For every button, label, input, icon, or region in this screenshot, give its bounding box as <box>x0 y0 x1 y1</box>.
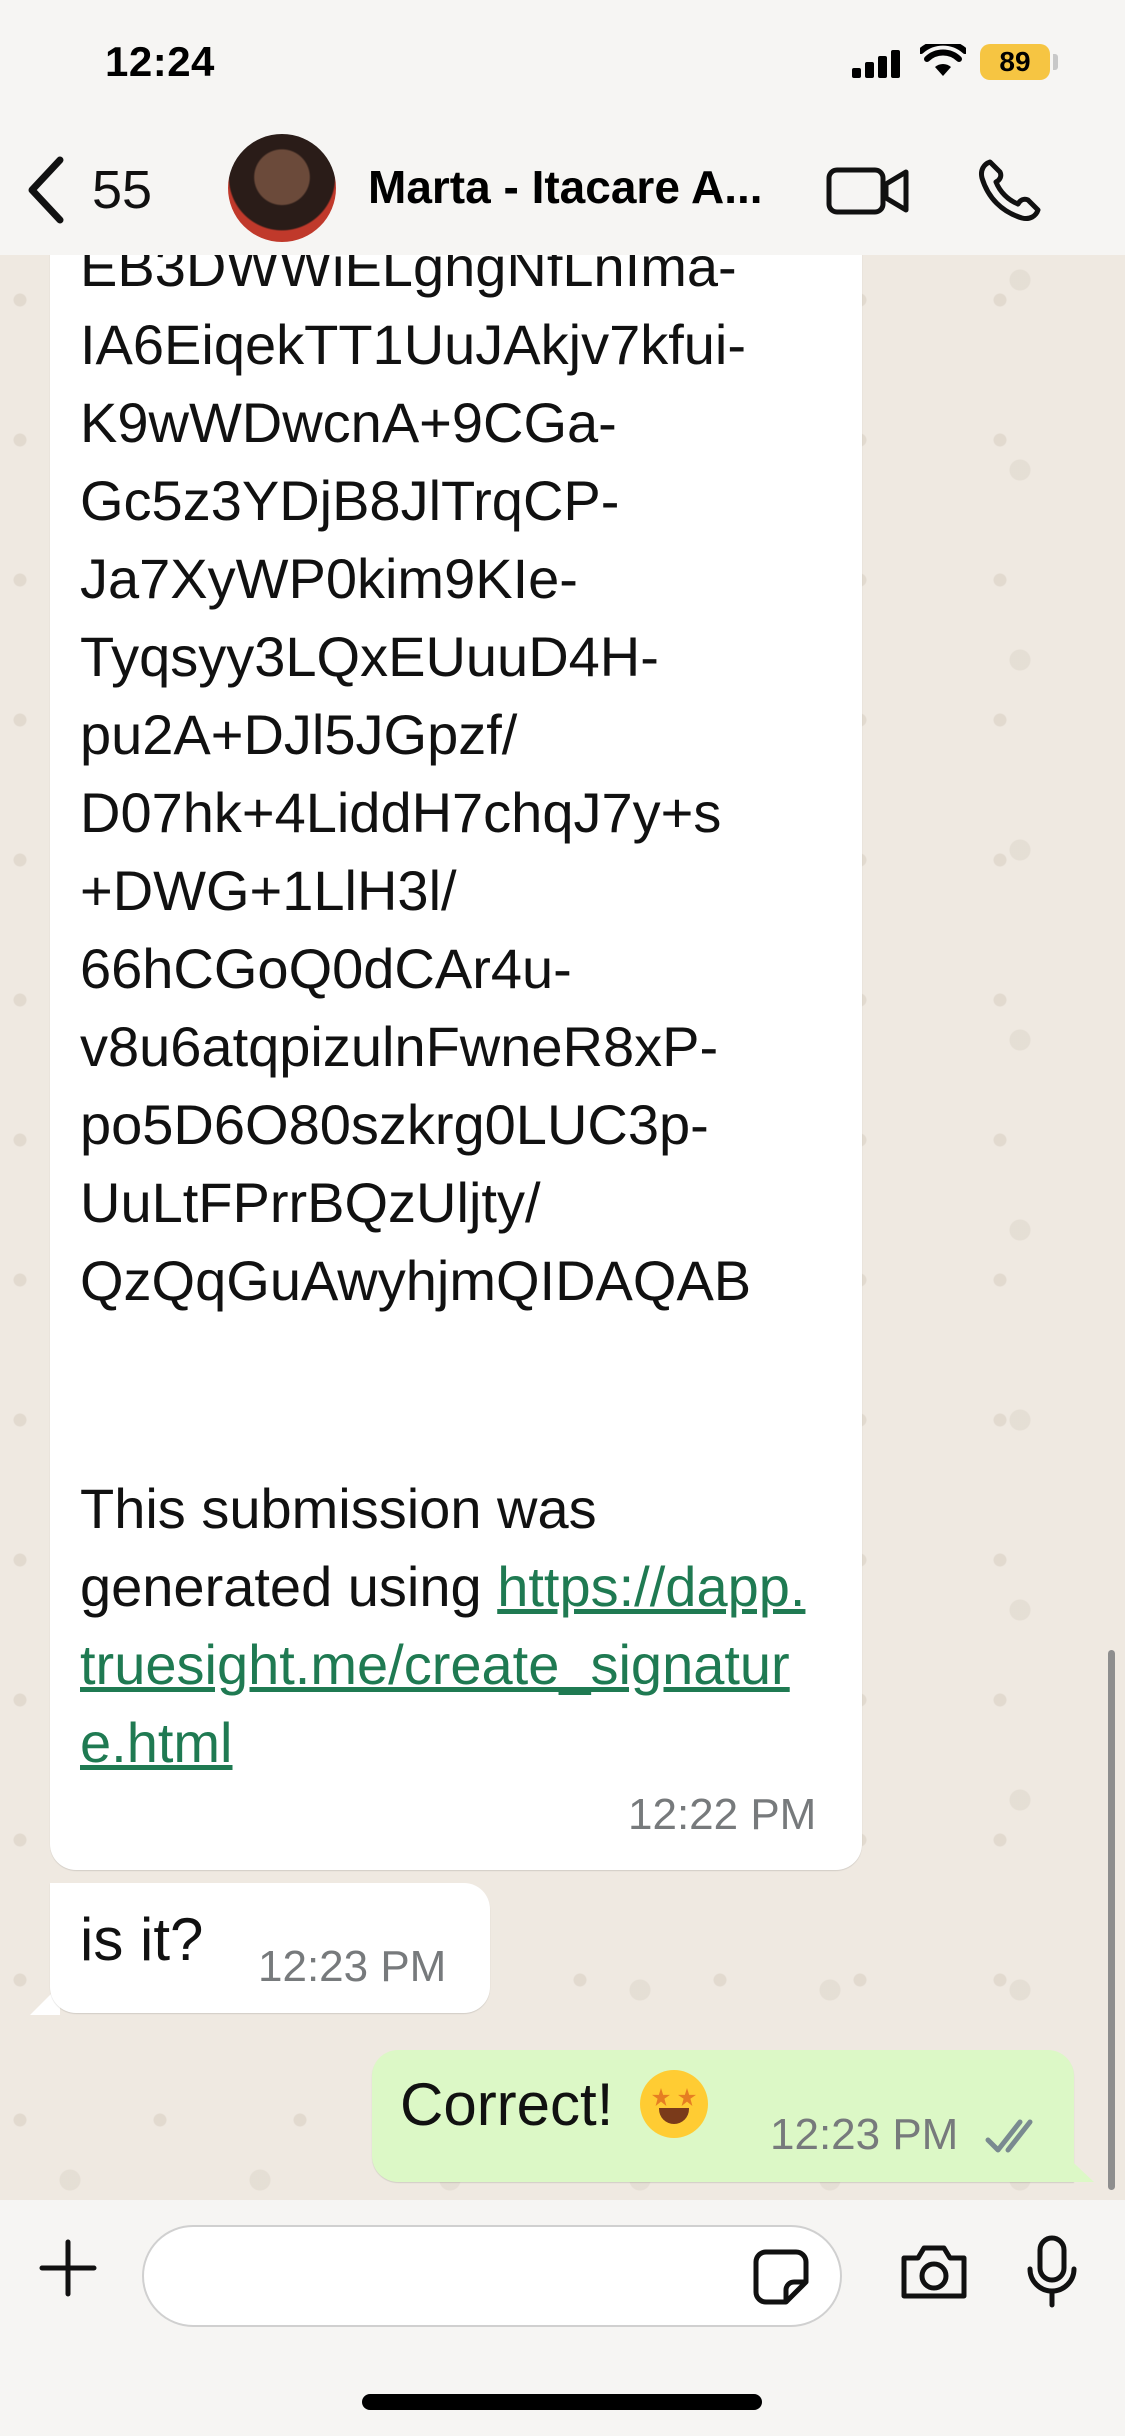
key-lines: +k9+9qwVCYRSmyZK/EB3DWWiELghgNfLnIma-IA6… <box>80 150 820 1320</box>
message-time: 12:22 PM <box>628 1790 817 1839</box>
key-line: pu2A+DJl5JGpzf/ <box>80 703 518 766</box>
chevron-left-icon <box>28 156 64 224</box>
chat-scrollbar[interactable] <box>1108 1650 1115 2190</box>
battery-level: 89 <box>999 46 1031 77</box>
key-line: po5D6O80szkrg0LUC3p- <box>80 1093 709 1156</box>
battery-tip <box>1053 54 1058 70</box>
key-line: UuLtFPrrBQzUljty/ <box>80 1171 541 1234</box>
home-indicator[interactable] <box>362 2394 762 2410</box>
key-line: QzQqGuAwyhjmQIDAQAB <box>80 1249 752 1312</box>
avatar[interactable] <box>228 134 336 242</box>
wifi-icon <box>920 44 966 76</box>
key-line: +DWG+1LlH3l/ <box>80 859 457 922</box>
video-call-icon[interactable] <box>826 162 910 220</box>
message-time: 12:23 PM <box>258 1942 447 1991</box>
plus-icon[interactable] <box>38 2238 98 2298</box>
double-check-read-icon <box>985 2119 1033 2153</box>
status-time: 12:24 <box>105 38 215 85</box>
submission-text: This submission was generated using http… <box>80 1470 820 1782</box>
key-line: 66hCGoQ0dCAr4u- <box>80 937 572 1000</box>
key-line: v8u6atqpizulnFwneR8xP- <box>80 1015 719 1078</box>
camera-icon[interactable] <box>898 2242 970 2302</box>
key-line: D07hk+4LiddH7chqJ7y+s <box>80 781 722 844</box>
message-time: 12:23 PM <box>770 2110 959 2159</box>
key-line: K9wWDwcnA+9CGa- <box>80 391 617 454</box>
key-line: Gc5z3YDjB8JlTrqCP- <box>80 469 620 532</box>
cellular-signal-icon <box>852 48 904 78</box>
message-text: is it? <box>80 1906 204 1973</box>
battery-indicator: 89 <box>980 44 1050 80</box>
key-line: IA6EiqekTT1UuJAkjv7kfui- <box>80 313 747 376</box>
key-line: Ja7XyWP0kim9KIe- <box>80 547 578 610</box>
contact-name[interactable]: Marta - Itacare A... <box>368 160 798 214</box>
chat-header: 55 Marta - Itacare A... <box>0 130 1125 255</box>
microphone-icon[interactable] <box>1024 2235 1080 2309</box>
key-line: Tyqsyy3LQxEUuuD4H- <box>80 625 659 688</box>
message-input[interactable] <box>142 2225 842 2327</box>
unread-count: 55 <box>92 160 153 220</box>
status-bar: 12:24 89 <box>0 0 1125 130</box>
sticker-icon[interactable] <box>752 2248 810 2306</box>
phone-call-icon[interactable] <box>976 156 1044 224</box>
message-text: Correct! <box>400 2071 614 2138</box>
star-struck-emoji-icon <box>640 2070 708 2138</box>
back-button[interactable]: 55 <box>22 150 152 230</box>
